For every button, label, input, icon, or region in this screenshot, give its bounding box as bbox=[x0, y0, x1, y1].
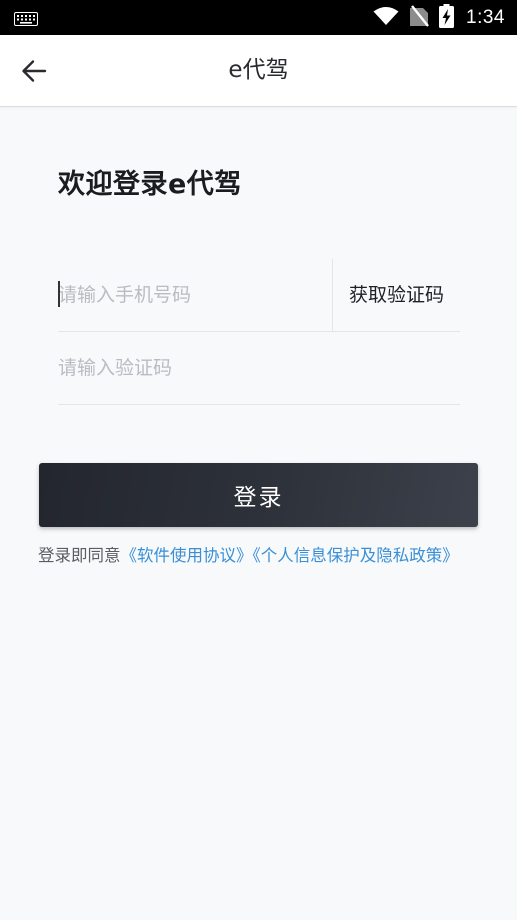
keyboard-icon bbox=[14, 11, 38, 30]
wifi-icon bbox=[373, 6, 399, 30]
app-bar: e代驾 bbox=[0, 35, 517, 107]
software-agreement-link[interactable]: 《软件使用协议》 bbox=[121, 546, 253, 565]
verification-code-input[interactable] bbox=[58, 332, 458, 404]
agreement-text: 登录即同意《软件使用协议》《个人信息保护及隐私政策》 bbox=[38, 545, 508, 567]
text-caret bbox=[58, 281, 60, 307]
battery-charging-icon bbox=[439, 3, 455, 32]
status-time: 1:34 bbox=[466, 6, 505, 28]
status-bar: 1:34 bbox=[0, 0, 517, 35]
phone-input[interactable] bbox=[58, 259, 328, 331]
status-icons: 1:34 bbox=[373, 0, 505, 35]
phone-row: 获取验证码 bbox=[58, 259, 460, 332]
get-code-button[interactable]: 获取验证码 bbox=[333, 259, 460, 331]
code-row bbox=[58, 332, 460, 405]
agreement-prefix: 登录即同意 bbox=[38, 546, 121, 565]
welcome-heading: 欢迎登录e代驾 bbox=[58, 169, 242, 200]
no-sim-icon bbox=[409, 4, 429, 31]
page-title: e代驾 bbox=[228, 57, 289, 83]
privacy-policy-link[interactable]: 《个人信息保护及隐私政策》 bbox=[253, 546, 459, 565]
login-button[interactable]: 登录 bbox=[39, 463, 478, 527]
